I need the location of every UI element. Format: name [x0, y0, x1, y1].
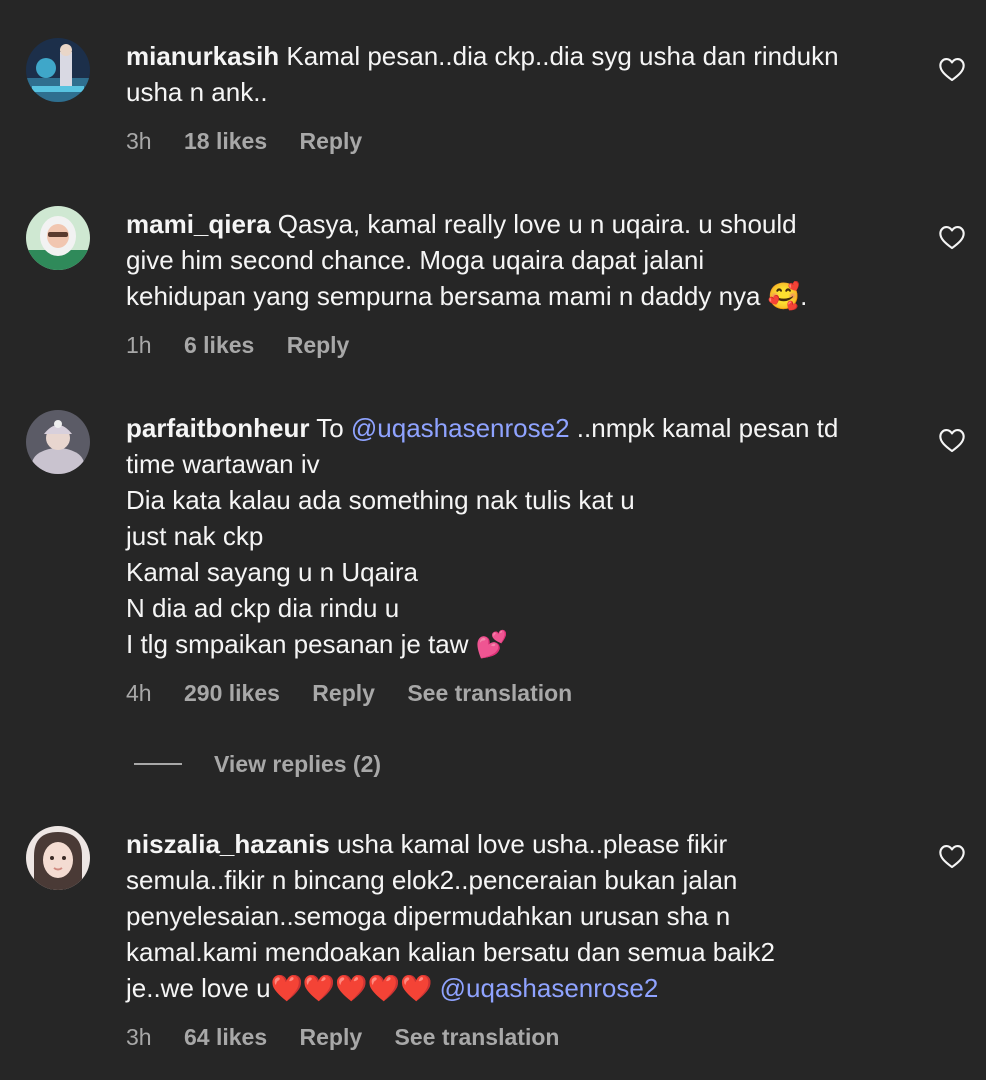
comment-meta: 1h 6 likes Reply: [126, 332, 375, 359]
reply-button[interactable]: Reply: [300, 1024, 363, 1051]
see-translation-button[interactable]: See translation: [395, 1024, 560, 1051]
heart-outline-icon[interactable]: [938, 843, 966, 869]
reply-button[interactable]: Reply: [287, 332, 350, 359]
reply-button[interactable]: Reply: [312, 680, 375, 707]
view-replies-button[interactable]: View replies (2): [134, 747, 381, 781]
comment-text: mami_qiera Qasya, kamal really love u n …: [126, 206, 916, 314]
comment-meta: 4h 290 likes Reply See translation: [126, 680, 598, 707]
comment-line: N dia ad ckp dia rindu u: [126, 593, 400, 623]
timestamp[interactable]: 3h: [126, 1024, 152, 1051]
avatar-niszalia-hazanis[interactable]: [26, 826, 90, 890]
view-replies-label: View replies (2): [214, 750, 382, 777]
comment-line: Kamal sayang u n Uqaira: [126, 557, 418, 587]
likes-count[interactable]: 6 likes: [184, 332, 254, 359]
avatar-mianurkasih[interactable]: [26, 38, 90, 102]
comment-line: give him second chance. Moga uqaira dapa…: [126, 245, 705, 275]
timestamp[interactable]: 3h: [126, 128, 152, 155]
heart-outline-icon[interactable]: [938, 56, 966, 82]
comment-line: kamal.kami mendoakan kalian bersatu dan …: [126, 937, 775, 967]
reply-button[interactable]: Reply: [300, 128, 363, 155]
comment-line: kehidupan yang sempurna bersama mami n d…: [126, 281, 808, 311]
comment-line: Kamal pesan..dia ckp..dia syg usha dan r…: [286, 41, 839, 71]
comment-line: semula..fikir n bincang elok2..penceraia…: [126, 865, 738, 895]
username[interactable]: parfaitbonheur: [126, 413, 309, 443]
username[interactable]: mianurkasih: [126, 41, 279, 71]
comment-line: penyelesaian..semoga dipermudahkan urusa…: [126, 901, 731, 931]
comment-line: Dia kata kalau ada something nak tulis k…: [126, 485, 635, 515]
likes-count[interactable]: 18 likes: [184, 128, 267, 155]
comment-text: mianurkasih Kamal pesan..dia ckp..dia sy…: [126, 38, 916, 110]
mention-link[interactable]: @uqashasenrose2: [440, 973, 659, 1003]
comment-line: usha n ank..: [126, 77, 268, 107]
comment-line: I tlg smpaikan pesanan je taw 💕: [126, 629, 509, 659]
comment-line: je..we love u❤️❤️❤️❤️❤️: [126, 973, 440, 1003]
username[interactable]: niszalia_hazanis: [126, 829, 330, 859]
heart-outline-icon[interactable]: [938, 427, 966, 453]
replies-divider: [134, 763, 182, 765]
comment-text: parfaitbonheur To @uqashasenrose2 ..nmpk…: [126, 410, 916, 662]
comment-meta: 3h 18 likes Reply: [126, 128, 388, 155]
avatar-mami-qiera[interactable]: [26, 206, 90, 270]
comment-text: niszalia_hazanis usha kamal love usha..p…: [126, 826, 916, 1006]
mention-link[interactable]: @uqashasenrose2: [351, 413, 570, 443]
comment-line: just nak ckp: [126, 521, 264, 551]
likes-count[interactable]: 64 likes: [184, 1024, 267, 1051]
comment-line: usha kamal love usha..please fikir: [337, 829, 728, 859]
avatar-parfaitbonheur[interactable]: [26, 410, 90, 474]
timestamp[interactable]: 1h: [126, 332, 152, 359]
comment-line: Qasya, kamal really love u n uqaira. u s…: [277, 209, 797, 239]
comment-line: ..nmpk kamal pesan td: [569, 413, 839, 443]
comment-meta: 3h 64 likes Reply See translation: [126, 1024, 585, 1051]
comment-line: time wartawan iv: [126, 449, 320, 479]
likes-count[interactable]: 290 likes: [184, 680, 280, 707]
comment-prefix: To: [316, 413, 351, 443]
username[interactable]: mami_qiera: [126, 209, 271, 239]
heart-outline-icon[interactable]: [938, 224, 966, 250]
timestamp[interactable]: 4h: [126, 680, 152, 707]
see-translation-button[interactable]: See translation: [407, 680, 572, 707]
